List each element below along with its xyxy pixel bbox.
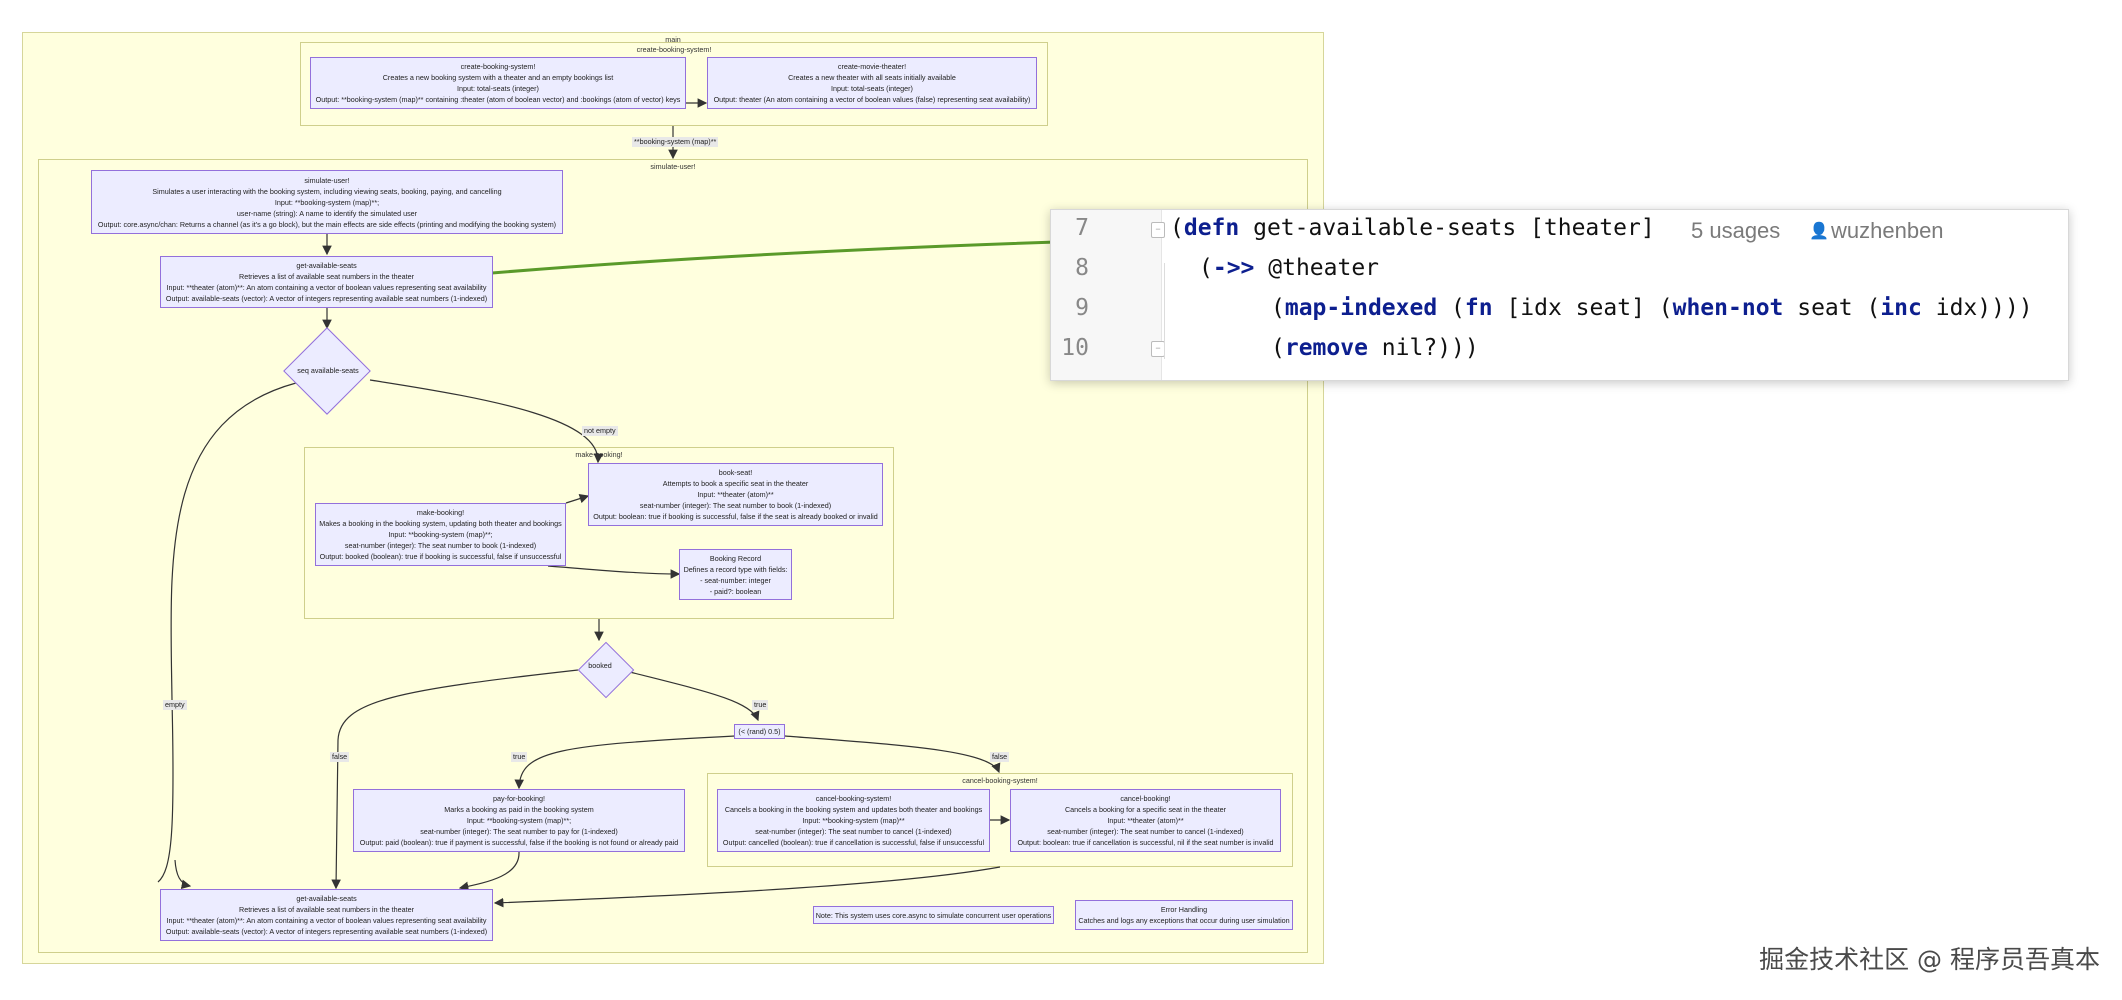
fold-start-icon[interactable]: − (1151, 222, 1165, 238)
author-icon: 👤 (1809, 223, 1829, 240)
green-pointer-arrow (454, 238, 1122, 278)
code-line-10: (remove nil?))) (1271, 335, 1479, 361)
line-number-8: 8 (1075, 255, 1089, 281)
edge-label-empty: empty (163, 700, 187, 710)
edge-seq-notempty (369, 379, 604, 464)
edge-make-to-record (547, 565, 681, 579)
node-make-booking: make-booking! Makes a booking in the boo… (315, 503, 566, 566)
code-line-8: (->> @theater (1199, 255, 1380, 281)
line-number-10: 10 (1061, 335, 1089, 361)
code-line-7: (defn get-available-seats [theater] (1170, 215, 1655, 241)
edge-rand-true (514, 735, 736, 790)
code-editor-panel: 7 8 9 10 − − (defn get-available-seats [… (1050, 209, 2069, 381)
node-note: Note: This system uses core.async to sim… (813, 906, 1054, 924)
edge-label-true-1: true (752, 700, 769, 710)
author-name: wuzhenben (1831, 218, 1944, 243)
node-create-booking-system: create-booking-system! Creates a new boo… (310, 57, 686, 109)
node-pay-for-booking: pay-for-booking! Marks a booking as paid… (353, 789, 685, 852)
node-booking-record: Booking Record Defines a record type wit… (679, 549, 792, 600)
node-get-available-seats-bottom: get-available-seats Retrieves a list of … (160, 889, 493, 941)
edge-label-booking-system-map: **booking-system (map)** (632, 137, 719, 147)
decision-seq-available-seats-label: seq available-seats (297, 366, 359, 375)
node-rand-check: (< (rand) 0.5) (734, 724, 785, 739)
node-error-handling: Error Handling Catches and logs any exce… (1075, 900, 1293, 930)
usages-link[interactable]: 5 usages (1691, 218, 1780, 244)
node-cancel-booking: cancel-booking! Cancels a booking for a … (1010, 789, 1281, 852)
edge-label-not-empty: not empty (582, 426, 618, 436)
edge-label-false-1: false (330, 752, 350, 762)
node-simulate-user: simulate-user! Simulates a user interact… (91, 170, 563, 234)
line-number-9: 9 (1075, 295, 1089, 321)
node-get-available-seats-top: get-available-seats Retrieves a list of … (160, 256, 493, 308)
decision-booked-label: booked (588, 661, 612, 670)
edge-seq-empty (157, 382, 297, 883)
fold-end-icon[interactable]: − (1151, 341, 1165, 357)
edge-label-false-2: false (990, 752, 1010, 762)
edge-cancel-to-get (493, 866, 1001, 908)
edge-rand-false (784, 735, 1001, 774)
edge-pay-to-get (458, 851, 520, 892)
line-number-7: 7 (1075, 215, 1089, 241)
edge-seq-empty-end (174, 859, 192, 890)
edge-booked-false (331, 669, 579, 890)
node-book-seat: book-seat! Attempts to book a specific s… (588, 463, 883, 526)
watermark: 掘金技术社区 @ 程序员吾真本 (1759, 945, 2100, 974)
edge-make-to-book (565, 493, 590, 504)
edge-booked-true (621, 669, 760, 722)
edge-label-true-2: true (511, 752, 528, 762)
indent-guide (1164, 263, 1165, 359)
node-cancel-booking-system: cancel-booking-system! Cancels a booking… (717, 789, 990, 852)
code-line-9: (map-indexed (fn [idx seat] (when-not se… (1271, 295, 2033, 321)
node-create-movie-theater: create-movie-theater! Creates a new thea… (707, 57, 1037, 109)
